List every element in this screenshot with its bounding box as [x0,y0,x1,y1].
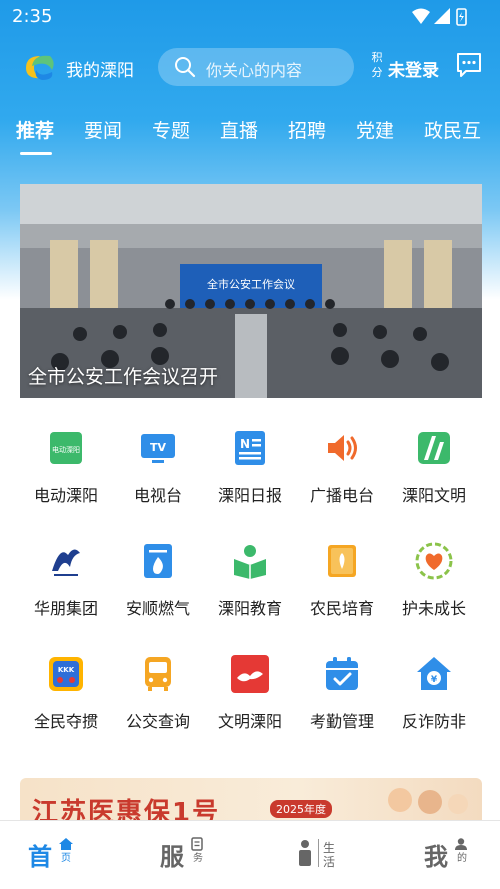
service-attendance[interactable]: 考勤管理 [292,626,392,739]
service-anshun-gas[interactable]: 安顺燃气 [108,513,208,626]
tab-topics[interactable]: 专题 [152,116,190,143]
bus-icon [145,657,171,691]
service-grid: 电动溧阳 电动溧阳 TV 电视台 N 溧阳日报 广播电台 溧阳文明 华朋集团 安… [0,400,500,760]
status-time: 2:35 [12,6,53,27]
active-tab-indicator [20,152,52,155]
service-label: 反诈防非 [401,712,466,731]
svg-text:TV: TV [150,441,167,454]
service-quanmin-duoguan[interactable]: KKK 全民夺掼 [16,626,116,739]
service-civilized-liyang[interactable]: 文明溧阳 [200,626,300,739]
search-icon [175,57,196,78]
bottom-nav: 首 页 服 务 生活 我 的 [0,820,500,889]
news-banner[interactable]: 全市公安工作会议 全市公安工作会议召开 [20,184,482,398]
gas-flame-icon [144,544,172,578]
service-label: 考勤管理 [309,712,374,731]
civilized-liyang-icon [231,655,269,693]
tab-live[interactable]: 直播 [220,116,258,143]
huapeng-logo-icon [52,549,80,576]
user-icon [455,838,467,850]
anti-fraud-house-icon: ¥ [417,657,451,690]
banner-caption: 全市公安工作会议召开 [28,366,219,388]
promo-badge: 2025年度 [270,800,332,818]
app-logo-icon [26,55,54,80]
service-label: 电视台 [133,486,182,505]
civilization-icon [418,432,450,464]
nav-mine-sublabel: 的 [457,853,467,864]
service-label: 电动溧阳 [33,486,98,505]
service-label: 溧阳日报 [217,486,282,505]
message-icon[interactable] [454,50,484,80]
nav-life[interactable]: 生活 [296,835,346,871]
nav-home-sublabel: 页 [61,853,71,864]
status-bar: 2:35 [0,0,500,34]
service-liyang-civilization[interactable]: 溧阳文明 [384,400,484,513]
service-label: 安顺燃气 [125,599,190,618]
tv-icon: TV [141,434,175,463]
promo-banner[interactable]: 江苏医惠保1号 2025年度 [20,778,482,820]
tab-gov-interaction[interactable]: 政民互 [424,116,481,143]
tab-party[interactable]: 党建 [356,116,394,143]
service-bus-query[interactable]: 公交查询 [108,626,208,739]
svg-text:电动溧阳: 电动溧阳 [52,445,80,454]
nav-mine[interactable]: 我 的 [424,835,474,871]
service-farmer-training[interactable]: 农民培育 [292,513,392,626]
service-label: 全民夺掼 [33,712,98,731]
svg-text:KKK: KKK [58,666,75,674]
tab-recommend[interactable]: 推荐 [16,116,54,143]
newspaper-icon: N [235,431,265,465]
app-title: 我的溧阳 [66,61,134,81]
service-youth-protection[interactable]: 护未成长 [384,513,484,626]
signal-icon [434,8,450,24]
points-label[interactable]: 积分 [370,50,384,80]
dian-dong-liyang-icon: 电动溧阳 [50,432,82,464]
tab-news[interactable]: 要闻 [84,116,122,143]
life-person-icon [299,840,311,866]
nav-service-sublabel: 务 [193,853,203,864]
svg-text:¥: ¥ [431,675,438,685]
service-icon [191,837,203,851]
service-label: 广播电台 [309,486,374,505]
nav-service[interactable]: 服 务 [160,835,210,871]
search-placeholder: 你关心的内容 [206,61,303,80]
nav-life-sublabel: 生活 [322,841,335,869]
service-dian-dong-liyang[interactable]: 电动溧阳 电动溧阳 [16,400,116,513]
home-icon [59,838,73,850]
radio-speaker-icon [328,435,357,461]
youth-protection-icon [415,542,453,580]
nav-service-label: 服 [160,843,184,871]
service-label: 公交查询 [125,712,190,731]
service-label: 华朋集团 [33,599,98,618]
svg-text:N: N [240,437,250,451]
service-liyang-education[interactable]: 溧阳教育 [200,513,300,626]
service-label: 文明溧阳 [217,712,282,731]
category-tabs: 推荐 要闻 专题 直播 招聘 党建 政民互 [0,110,500,156]
service-label: 农民培育 [309,599,374,618]
top-bar: 我的溧阳 你关心的内容 积分 未登录 [0,44,500,90]
service-label: 护未成长 [401,599,466,618]
promo-illustration [388,788,468,814]
service-label: 溧阳教育 [217,599,282,618]
service-liyang-daily[interactable]: N 溧阳日报 [200,400,300,513]
playing-cards-icon: KKK [49,657,83,691]
nav-divider [318,839,319,867]
service-label: 溧阳文明 [401,486,466,505]
service-radio[interactable]: 广播电台 [292,400,392,513]
tab-jobs[interactable]: 招聘 [288,116,326,143]
status-icons [412,8,467,26]
banner-screen-text: 全市公安工作会议 [207,277,295,291]
login-button[interactable]: 未登录 [388,56,439,81]
wifi-icon [412,8,430,24]
calendar-check-icon [326,657,358,690]
nav-home-label: 首 [28,843,52,871]
nav-home[interactable]: 首 页 [28,835,78,871]
service-huapeng-group[interactable]: 华朋集团 [16,513,116,626]
service-anti-fraud[interactable]: ¥ 反诈防非 [384,626,484,739]
nav-mine-label: 我 [424,843,448,871]
education-reader-icon [234,545,266,579]
service-tv-station[interactable]: TV 电视台 [108,400,208,513]
search-box[interactable]: 你关心的内容 [158,48,354,86]
promo-title: 江苏医惠保1号 [32,798,221,820]
farmer-book-icon [328,545,356,577]
